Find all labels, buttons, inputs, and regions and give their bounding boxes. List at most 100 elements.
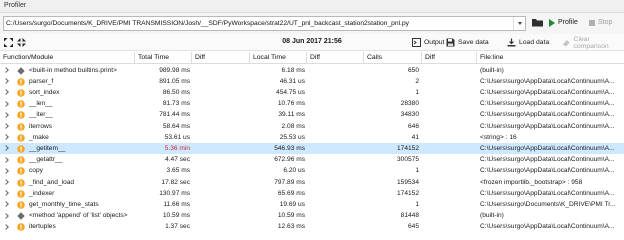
calls-cell: 645 (407, 223, 419, 231)
fileline-cell: C:\Users\surgo\AppData\Local\Continuum\A… (480, 167, 615, 175)
function-name-cell: parser_f (29, 77, 54, 85)
chevron-right-icon[interactable] (3, 123, 9, 129)
open-file-button[interactable] (531, 16, 544, 28)
local-time-cell: 6.20 us (283, 167, 305, 175)
local-time-cell: 19.69 us (279, 200, 305, 208)
function-name-cell: __getitem__ (29, 144, 66, 152)
fileline-cell: <string> : 16 (480, 133, 517, 141)
local-time-cell: 10.59 ms (277, 212, 305, 220)
folder-icon (532, 19, 543, 27)
column-header-calls[interactable]: Calls (367, 54, 382, 61)
path-dropdown-button[interactable] (513, 17, 525, 30)
function-name-cell: __len__ (29, 100, 53, 108)
chevron-right-icon[interactable] (3, 67, 9, 73)
function-name-cell: _find_and_load (29, 178, 75, 186)
local-time-cell: 46.31 us (279, 77, 305, 85)
fileline-cell: C:\Users\surgo\AppData\Local\Continuum\A… (480, 156, 615, 164)
local-time-cell: 65.69 ms (277, 189, 305, 197)
local-time-cell: 672.96 ms (274, 156, 305, 164)
total-time-cell: 3.65 ms (166, 167, 190, 175)
chevron-right-icon[interactable] (3, 201, 9, 208)
table-row[interactable]: __iter__ 781.44 ms 39.11 ms 34830 C:\Users\s… (0, 110, 624, 121)
total-time-cell: 11.66 ms (163, 200, 190, 208)
warning-icon (17, 178, 25, 187)
function-name-cell: __iter__ (29, 111, 53, 119)
column-divider[interactable] (134, 52, 135, 63)
chevron-right-icon[interactable] (3, 156, 9, 163)
table-row[interactable]: __getattr__ 4.47 sec 672.96 ms 300575 C:\Use… (0, 155, 624, 166)
save-data-button[interactable]: Save data (446, 37, 489, 48)
column-divider[interactable] (363, 52, 364, 63)
column-header-function[interactable]: Function/Module (3, 54, 53, 61)
total-time-cell: 1.37 sec (165, 223, 190, 231)
table-row[interactable]: parser_f 891.05 ms 46.31 us 2 C:\Users\surgo… (0, 76, 624, 87)
total-time-cell: 5.36 min (164, 144, 190, 152)
column-divider[interactable] (249, 52, 250, 63)
total-time-cell: 81.73 ms (162, 100, 190, 108)
stop-button-label: Stop (598, 19, 613, 26)
chevron-right-icon[interactable] (3, 223, 9, 230)
column-divider[interactable] (191, 52, 192, 63)
table-row[interactable]: itertuples 1.37 sec 12.63 ms 645 C:\Users\su… (0, 222, 624, 233)
save-icon (446, 38, 455, 47)
warning-icon (17, 167, 25, 176)
local-time-cell: 454.75 us (276, 88, 305, 96)
chevron-right-icon[interactable] (3, 100, 9, 107)
download-icon (507, 38, 516, 47)
table-row[interactable]: _indexer 130.97 ms 65.69 ms 174152 C:\Users\… (0, 188, 624, 199)
profiler-tree-table: Function/Module Total Time Diff Local Ti… (0, 51, 624, 240)
chevron-right-icon[interactable] (3, 111, 9, 118)
chevron-right-icon[interactable] (3, 167, 9, 174)
local-time-cell: 546.93 ms (274, 144, 305, 152)
chevron-right-icon[interactable] (3, 190, 9, 197)
table-row[interactable]: _find_and_load 17.82 sec 797.89 ms 159534 <f… (0, 177, 624, 188)
profile-button[interactable]: Profile (547, 15, 585, 30)
profile-button-label: Profile (558, 19, 578, 26)
calls-cell: 174152 (396, 144, 419, 152)
table-row[interactable]: __getitem__ 5.36 min 546.93 ms 174152 C:\Use… (0, 143, 624, 155)
local-time-cell: 39.11 ms (278, 111, 305, 119)
chevron-right-icon[interactable] (3, 179, 9, 185)
column-header-total-time[interactable]: Total Time (138, 54, 169, 61)
warning-icon (17, 77, 25, 86)
local-time-cell: 25.53 us (279, 133, 305, 141)
file-path-input[interactable] (4, 17, 509, 30)
column-divider[interactable] (421, 52, 422, 63)
clear-comparison-button[interactable]: Clear comparison (562, 36, 624, 50)
total-time-cell: 4.47 sec (165, 156, 190, 164)
chevron-right-icon[interactable] (3, 212, 9, 219)
table-row[interactable]: get_monthly_time_stats 11.66 ms 19.69 us 1 C… (0, 199, 624, 210)
total-time-cell: 58.64 ms (162, 122, 190, 130)
table-row[interactable]: <built-in method builtins.print> 989.98 m… (0, 65, 624, 76)
calls-cell: 300575 (396, 156, 419, 164)
warning-icon (17, 189, 25, 198)
column-divider[interactable] (306, 52, 307, 63)
column-header-diff-calls[interactable]: Diff (425, 54, 435, 61)
chevron-right-icon[interactable] (3, 89, 9, 96)
table-row[interactable]: sort_index 86.50 ms 454.75 us 1 C:\Users\sur… (0, 87, 624, 98)
function-name-cell: iterrows (29, 122, 53, 130)
column-header-fileline[interactable]: File:line (480, 54, 503, 61)
file-path-combobox[interactable] (3, 16, 526, 31)
table-row[interactable]: __len__ 81.73 ms 10.76 ms 28380 C:\Users\sur… (0, 99, 624, 110)
window-titlebar: Profiler (0, 0, 624, 13)
method-icon (17, 212, 25, 220)
output-button[interactable]: Output (412, 37, 444, 48)
column-divider[interactable] (476, 52, 477, 63)
function-name-cell: __getattr__ (29, 156, 63, 164)
function-name-cell: itertuples (29, 223, 56, 231)
chevron-right-icon[interactable] (3, 78, 9, 85)
load-data-button[interactable]: Load data (507, 37, 549, 48)
stop-button[interactable]: Stop (587, 15, 621, 30)
chevron-right-icon[interactable] (3, 134, 9, 141)
warning-icon (17, 223, 25, 232)
table-row[interactable]: _make 53.61 us 25.53 us 41 <string> : 16 (0, 132, 624, 143)
table-row[interactable]: iterrows 58.64 ms 2.08 ms 646 C:\Users\surgo… (0, 121, 624, 132)
column-header-local-time[interactable]: Local Time (253, 54, 286, 61)
table-row[interactable]: copy 3.65 ms 6.20 us 1 C:\Users\surgo\AppDat… (0, 166, 624, 177)
column-header-diff-local[interactable]: Diff (310, 54, 320, 61)
table-row[interactable]: <method 'append' of 'list' objects> 10.59… (0, 211, 624, 222)
column-header-diff-total[interactable]: Diff (195, 54, 205, 61)
chevron-right-icon[interactable] (3, 145, 9, 152)
output-label: Output (424, 39, 445, 46)
